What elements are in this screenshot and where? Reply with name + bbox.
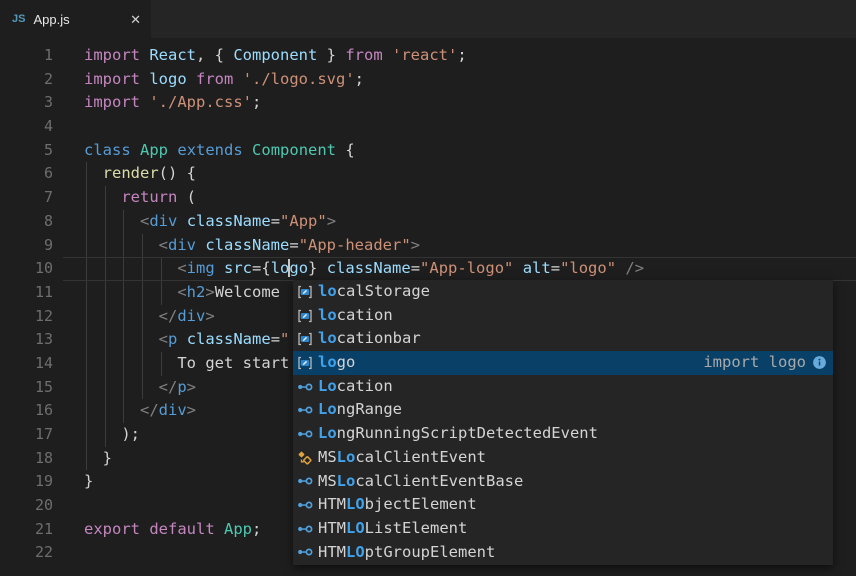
code-line[interactable]: 5 class App extends Component { [0, 139, 856, 163]
suggest-item[interactable]: locationbar [293, 327, 833, 351]
line-number: 15 [0, 376, 53, 400]
line-number: 11 [0, 281, 53, 305]
variable-icon [297, 308, 315, 324]
line-number: 3 [0, 91, 53, 115]
field-icon [297, 544, 315, 560]
code-text: export default App; [84, 518, 261, 542]
suggest-item-label: MSLocalClientEventBase [318, 470, 523, 494]
code-text: <div className="App-header"> [84, 234, 420, 258]
line-number: 13 [0, 328, 53, 352]
code-line[interactable]: 1 import React, { Component } from 'react… [0, 44, 856, 68]
tab-title: App.js [33, 12, 69, 27]
variable-icon [297, 331, 315, 347]
suggest-item[interactable]: Location [293, 375, 833, 399]
code-line[interactable]: 6 render() { [0, 162, 856, 186]
line-number: 19 [0, 470, 53, 494]
javascript-file-icon: JS [12, 13, 25, 25]
suggest-item-label: localStorage [318, 280, 430, 304]
suggest-item-label: MSLocalClientEvent [318, 446, 486, 470]
text-cursor [288, 259, 290, 277]
suggest-item[interactable]: location [293, 304, 833, 328]
suggest-item[interactable]: LongRange [293, 398, 833, 422]
variable-icon [297, 355, 315, 371]
code-line[interactable]: 9 <div className="App-header"> [0, 234, 856, 258]
code-text: render() { [84, 162, 196, 186]
line-number: 6 [0, 162, 53, 186]
code-text: <h2>Welcome [84, 281, 289, 305]
code-text: </div> [84, 305, 215, 329]
code-line[interactable]: 7 return ( [0, 186, 856, 210]
line-number: 9 [0, 234, 53, 258]
line-number: 5 [0, 139, 53, 163]
code-text: } [84, 470, 93, 494]
suggest-item-label: HTMLOptGroupElement [318, 541, 495, 565]
code-text: import logo from './logo.svg'; [84, 68, 364, 92]
line-number: 4 [0, 115, 53, 139]
suggest-item-label: location [318, 304, 393, 328]
code-text: </div> [84, 399, 196, 423]
code-text: ); [84, 423, 140, 447]
line-number: 10 [0, 257, 53, 281]
tab-bar: JS App.js ✕ [0, 0, 856, 38]
suggest-item-detail: import logo [703, 351, 827, 375]
line-number: 18 [0, 447, 53, 471]
suggest-item[interactable]: localStorage [293, 280, 833, 304]
line-number: 20 [0, 494, 53, 518]
suggest-item[interactable]: HTMLOptGroupElement [293, 541, 833, 565]
code-line[interactable]: 2 import logo from './logo.svg'; [0, 68, 856, 92]
code-text: To get start [84, 352, 289, 376]
code-text: return ( [84, 186, 196, 210]
line-number: 16 [0, 399, 53, 423]
line-number: 12 [0, 305, 53, 329]
line-number: 17 [0, 423, 53, 447]
close-icon[interactable]: ✕ [130, 13, 141, 26]
line-number: 7 [0, 186, 53, 210]
code-line[interactable]: 3 import './App.css'; [0, 91, 856, 115]
code-line[interactable]: 10 <img src={logo} className="App-logo" … [0, 257, 856, 281]
suggest-list: localStoragelocationlocationbarlogo impor… [293, 280, 833, 564]
suggest-item-label: LongRange [318, 398, 402, 422]
code-line[interactable]: 4 [0, 115, 856, 139]
code-text: import React, { Component } from 'react'… [84, 44, 467, 68]
code-text: } [84, 447, 112, 471]
suggest-item-label: locationbar [318, 327, 421, 351]
suggest-item[interactable]: MSLocalClientEvent [293, 446, 833, 470]
suggest-item[interactable]: MSLocalClientEventBase [293, 470, 833, 494]
code-line[interactable]: 8 <div className="App"> [0, 210, 856, 234]
code-text: <img src={logo} className="App-logo" alt… [84, 257, 644, 281]
line-number: 2 [0, 68, 53, 92]
field-icon [297, 473, 315, 489]
line-number: 8 [0, 210, 53, 234]
code-text: </p> [84, 376, 196, 400]
line-number: 22 [0, 541, 53, 565]
variable-icon [297, 284, 315, 300]
info-icon[interactable] [812, 355, 827, 370]
suggest-item-label: HTMLObjectElement [318, 493, 477, 517]
line-number: 1 [0, 44, 53, 68]
class-icon [297, 450, 315, 466]
field-icon [297, 426, 315, 442]
suggest-item[interactable]: logo import logo [293, 351, 833, 375]
field-icon [297, 402, 315, 418]
code-text: import './App.css'; [84, 91, 261, 115]
line-number: 14 [0, 352, 53, 376]
suggest-item-label: LongRunningScriptDetectedEvent [318, 422, 598, 446]
field-icon [297, 497, 315, 513]
autocomplete-popup: localStoragelocationlocationbarlogo impor… [293, 280, 833, 565]
code-text: class App extends Component { [84, 139, 355, 163]
field-icon [297, 379, 315, 395]
suggest-item-label: logo [318, 351, 355, 375]
suggest-item[interactable]: HTMLOListElement [293, 517, 833, 541]
suggest-item-label: HTMLOListElement [318, 517, 467, 541]
line-number: 21 [0, 518, 53, 542]
suggest-item[interactable]: LongRunningScriptDetectedEvent [293, 422, 833, 446]
suggest-item-label: Location [318, 375, 393, 399]
code-text: <div className="App"> [84, 210, 336, 234]
code-text: <p className=" [84, 328, 289, 352]
field-icon [297, 521, 315, 537]
suggest-item[interactable]: HTMLObjectElement [293, 493, 833, 517]
tab-appjs[interactable]: JS App.js ✕ [0, 0, 151, 38]
